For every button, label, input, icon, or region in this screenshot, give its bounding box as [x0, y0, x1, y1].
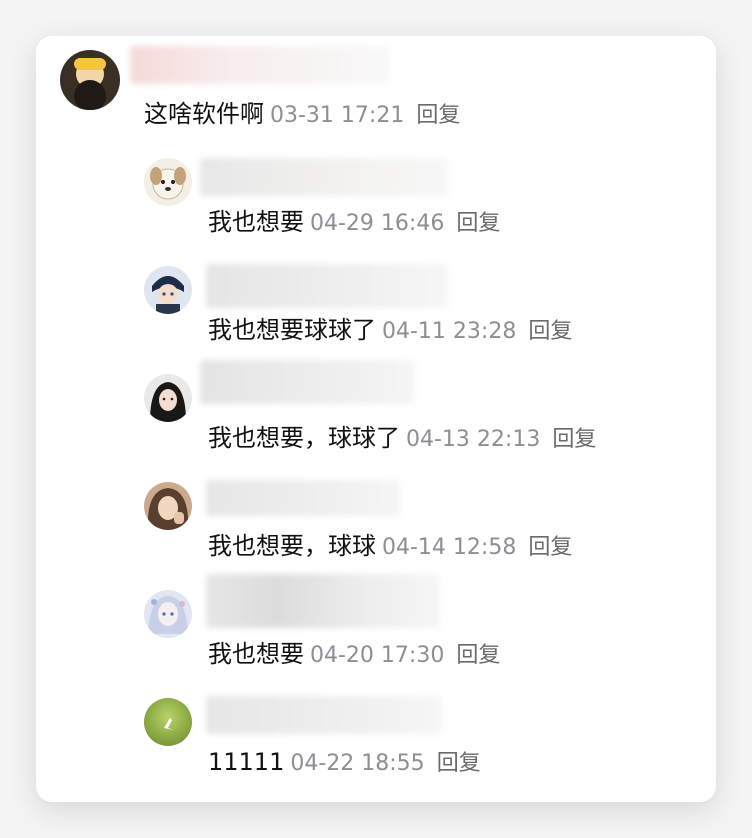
comment-time: 04-29 16:46: [310, 211, 445, 236]
user-avatar[interactable]: [144, 374, 192, 422]
comment-text: 这啥软件啊: [144, 100, 264, 128]
comment-time: 03-31 17:21: [270, 103, 405, 128]
username-blurred: [130, 46, 390, 84]
comment-text: 我也想要，球球了: [208, 424, 400, 452]
username-blurred: [206, 264, 448, 308]
comment-body: 11111 04-22 18:55 回复: [208, 748, 481, 779]
reply-button[interactable]: 回复: [416, 103, 460, 128]
comment-text: 我也想要，球球: [208, 532, 376, 560]
user-avatar[interactable]: [60, 50, 120, 110]
reply-button[interactable]: 回复: [456, 643, 500, 668]
reply-comment: 我也想要，球球了 04-13 22:13 回复: [36, 360, 716, 472]
reply-comment: 我也想要，球球 04-14 12:58 回复: [36, 480, 716, 580]
username-blurred: [206, 480, 400, 516]
comment-time: 04-14 12:58: [382, 535, 517, 560]
username-blurred: [200, 360, 414, 404]
comment-body: 我也想要球球了 04-11 23:28 回复: [208, 316, 572, 347]
comment-body: 我也想要 04-29 16:46 回复: [208, 208, 500, 239]
comment-time: 04-22 18:55: [290, 751, 425, 776]
username-blurred: [200, 158, 448, 196]
comment-body: 我也想要，球球了 04-13 22:13 回复: [208, 424, 596, 455]
reply-comment: 我也想要 04-29 16:46 回复: [36, 156, 716, 256]
comment-body: 我也想要，球球 04-14 12:58 回复: [208, 532, 572, 563]
reply-button[interactable]: 回复: [552, 427, 596, 452]
reply-button[interactable]: 回复: [437, 751, 481, 776]
user-avatar[interactable]: [144, 590, 192, 638]
comment-text: 我也想要: [208, 208, 304, 236]
username-blurred: [206, 574, 440, 628]
comment-time: 04-13 22:13: [406, 427, 541, 452]
reply-button[interactable]: 回复: [528, 535, 572, 560]
user-avatar[interactable]: [144, 698, 192, 746]
comment-time: 04-20 17:30: [310, 643, 445, 668]
comment-body: 这啥软件啊 03-31 17:21 回复: [144, 100, 460, 131]
reply-comment: 11111 04-22 18:55 回复: [36, 696, 716, 796]
reply-button[interactable]: 回复: [528, 319, 572, 344]
user-avatar[interactable]: [144, 158, 192, 206]
root-comment: 这啥软件啊 03-31 17:21 回复: [36, 36, 716, 146]
comment-card: 这啥软件啊03-31 17:21回复 我也想要04-29 16:46回复: [36, 36, 716, 802]
user-avatar[interactable]: [144, 482, 192, 530]
comment-text: 我也想要球球了: [208, 316, 376, 344]
comment-time: 04-11 23:28: [382, 319, 517, 344]
reply-button[interactable]: 回复: [456, 211, 500, 236]
reply-comment: 我也想要 04-20 17:30 回复: [36, 574, 716, 688]
user-avatar[interactable]: [144, 266, 192, 314]
comment-text: 我也想要: [208, 640, 304, 668]
comment-text: 11111: [208, 748, 285, 776]
username-blurred: [206, 696, 442, 734]
reply-comment: 我也想要球球了 04-11 23:28 回复: [36, 264, 716, 364]
comment-body: 我也想要 04-20 17:30 回复: [208, 640, 500, 671]
